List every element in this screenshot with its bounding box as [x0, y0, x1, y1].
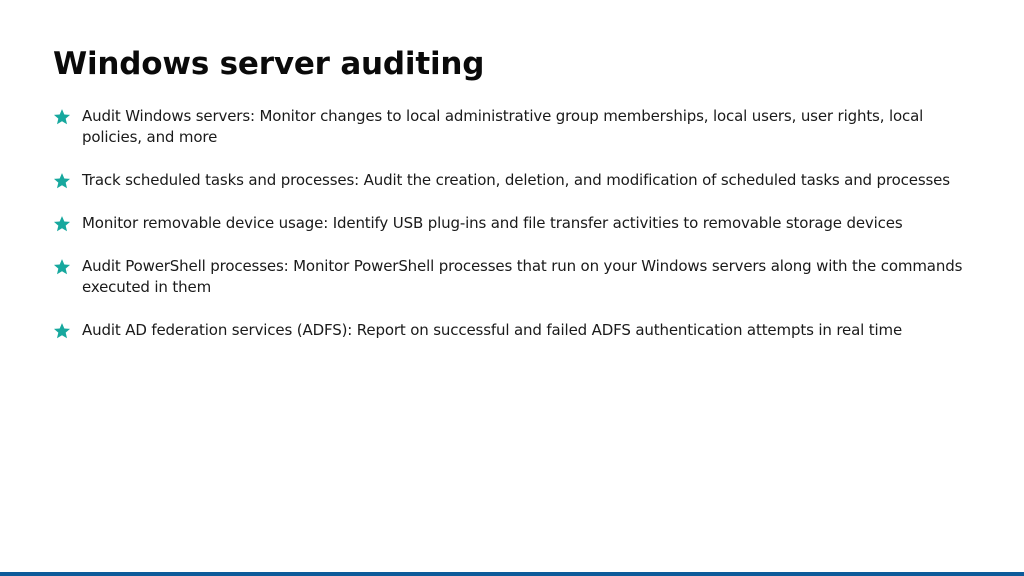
bullet-item: Track scheduled tasks and processes: Aud… — [53, 170, 973, 191]
bullet-list: Audit Windows servers: Monitor changes t… — [53, 106, 973, 363]
star-icon — [53, 213, 82, 234]
star-icon — [53, 256, 82, 277]
bullet-text: Audit Windows servers: Monitor changes t… — [82, 107, 924, 146]
slide-title: Windows server auditing — [53, 46, 485, 82]
slide: Windows server auditing Audit Windows se… — [0, 0, 1024, 576]
bullet-text: Audit AD federation services (ADFS): Rep… — [82, 321, 903, 339]
bullet-item: Audit PowerShell processes: Monitor Powe… — [53, 256, 973, 298]
bottom-accent-bar — [0, 572, 1024, 576]
bullet-text: Track scheduled tasks and processes: Aud… — [82, 171, 950, 189]
star-icon — [53, 170, 82, 191]
bullet-text: Monitor removable device usage: Identify… — [82, 214, 903, 232]
star-icon — [53, 320, 82, 341]
bullet-text: Audit PowerShell processes: Monitor Powe… — [82, 257, 963, 296]
bullet-item: Audit AD federation services (ADFS): Rep… — [53, 320, 973, 341]
bullet-item: Audit Windows servers: Monitor changes t… — [53, 106, 973, 148]
bullet-item: Monitor removable device usage: Identify… — [53, 213, 973, 234]
star-icon — [53, 106, 82, 127]
